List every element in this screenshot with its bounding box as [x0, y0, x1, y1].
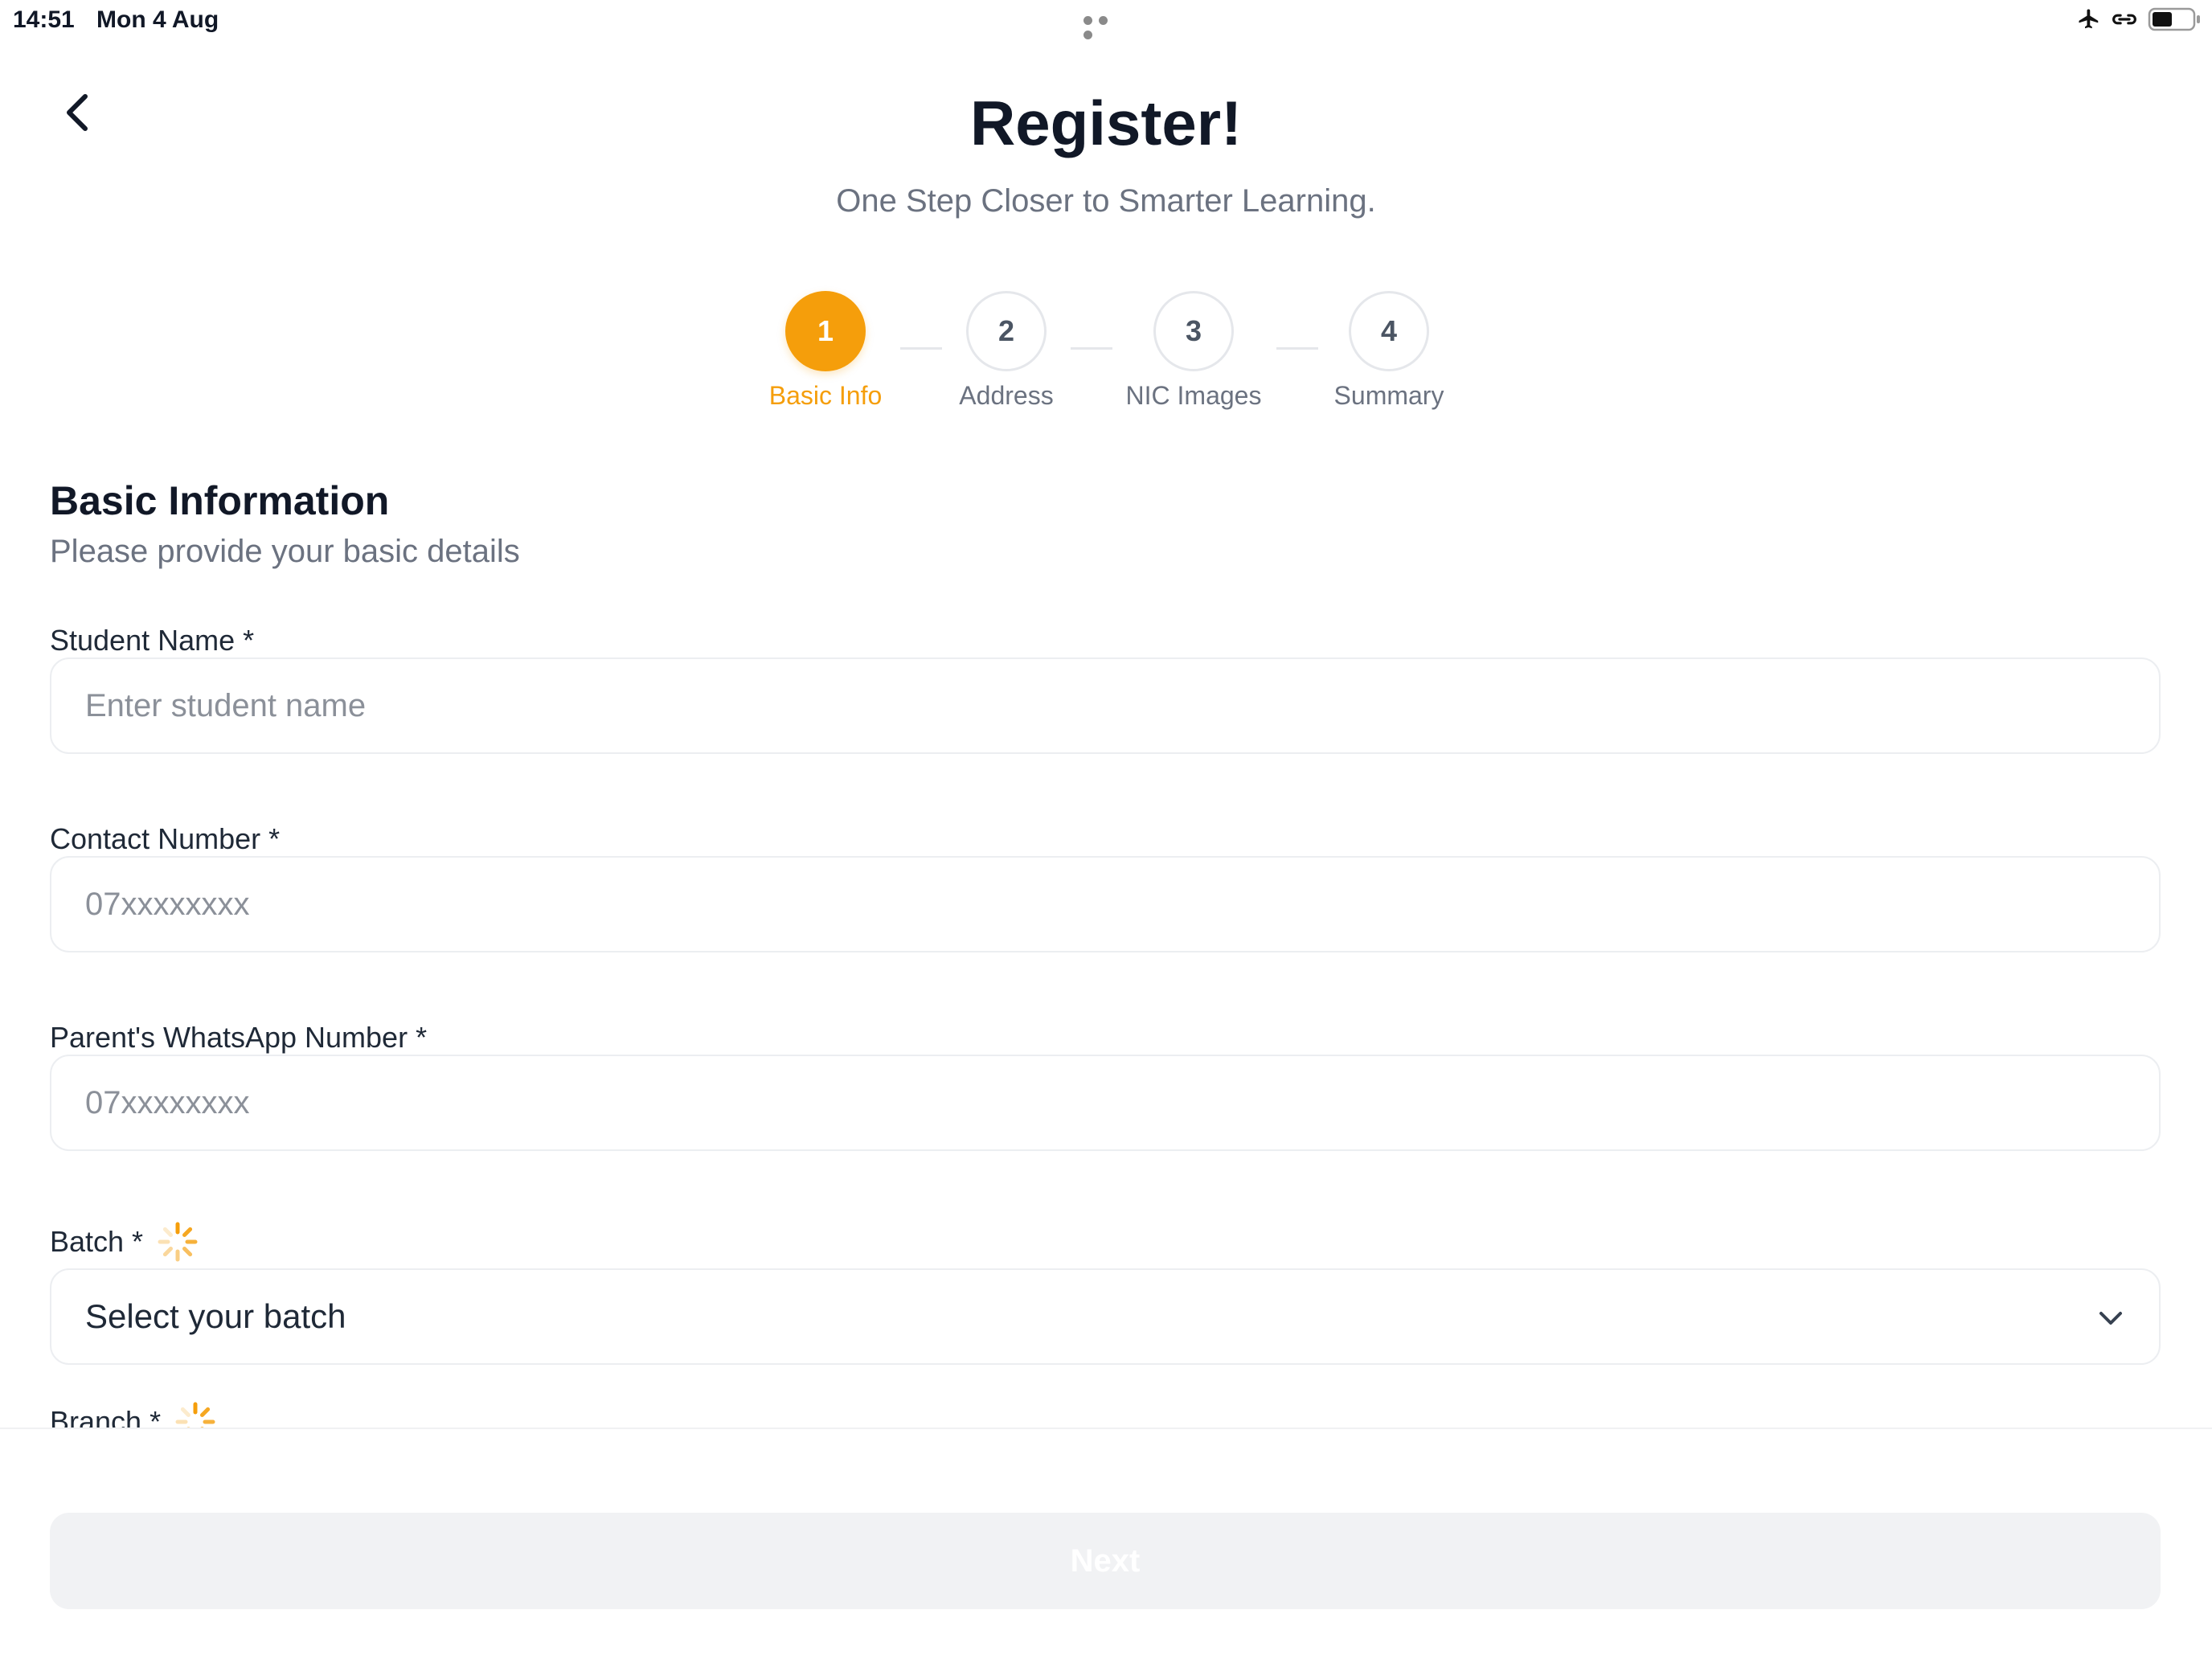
- step-1-label: Basic Info: [768, 381, 883, 410]
- parent-whatsapp-input[interactable]: [50, 1055, 2161, 1151]
- student-name-label-text: Student Name *: [50, 624, 255, 657]
- status-time: 14:51: [13, 6, 75, 33]
- step-4-circle[interactable]: 4: [1349, 291, 1429, 371]
- link-icon: [2111, 7, 2138, 35]
- step-3-label: NIC Images: [1125, 381, 1262, 410]
- contact-number-label: Contact Number *: [50, 822, 280, 856]
- batch-select-value: Select your batch: [85, 1297, 346, 1335]
- parent-whatsapp-label-text: Parent's WhatsApp Number *: [50, 1021, 428, 1054]
- contact-number-input[interactable]: [50, 856, 2161, 952]
- step-connector: [1276, 347, 1318, 350]
- status-bar: 14:51 Mon 4 Aug: [0, 0, 2212, 42]
- parent-whatsapp-label: Parent's WhatsApp Number *: [50, 1021, 427, 1055]
- status-icons: [2077, 6, 2202, 35]
- spinner-icon: [158, 1222, 198, 1262]
- section-title: Basic Information: [50, 478, 390, 523]
- bottom-divider: [0, 1428, 2212, 1429]
- page-subtitle: One Step Closer to Smarter Learning.: [836, 183, 1376, 219]
- batch-select[interactable]: Select your batch: [50, 1268, 2161, 1365]
- contact-number-label-text: Contact Number *: [50, 822, 281, 855]
- batch-label-text: Batch *: [50, 1225, 144, 1258]
- batch-label: Batch *: [50, 1220, 199, 1264]
- page-title: Register!: [969, 88, 1243, 158]
- section-subtitle: Please provide your basic details: [50, 534, 520, 569]
- step-connector: [900, 347, 942, 350]
- student-name-input[interactable]: [50, 657, 2161, 754]
- step-4-label: Summary: [1333, 381, 1444, 410]
- step-2-circle[interactable]: 2: [966, 291, 1047, 371]
- step-3-circle[interactable]: 3: [1153, 291, 1234, 371]
- battery-icon: [2148, 6, 2202, 36]
- step-2-label: Address: [959, 381, 1054, 410]
- airplane-icon: [2077, 7, 2101, 35]
- student-name-label: Student Name *: [50, 624, 254, 657]
- step-1-circle[interactable]: 1: [785, 291, 866, 371]
- multitasking-dots-icon[interactable]: [1083, 14, 1129, 39]
- step-connector: [1071, 347, 1112, 350]
- chevron-down-icon: [2099, 1312, 2122, 1325]
- next-button[interactable]: Next: [50, 1513, 2161, 1609]
- status-date: Mon 4 Aug: [96, 6, 219, 33]
